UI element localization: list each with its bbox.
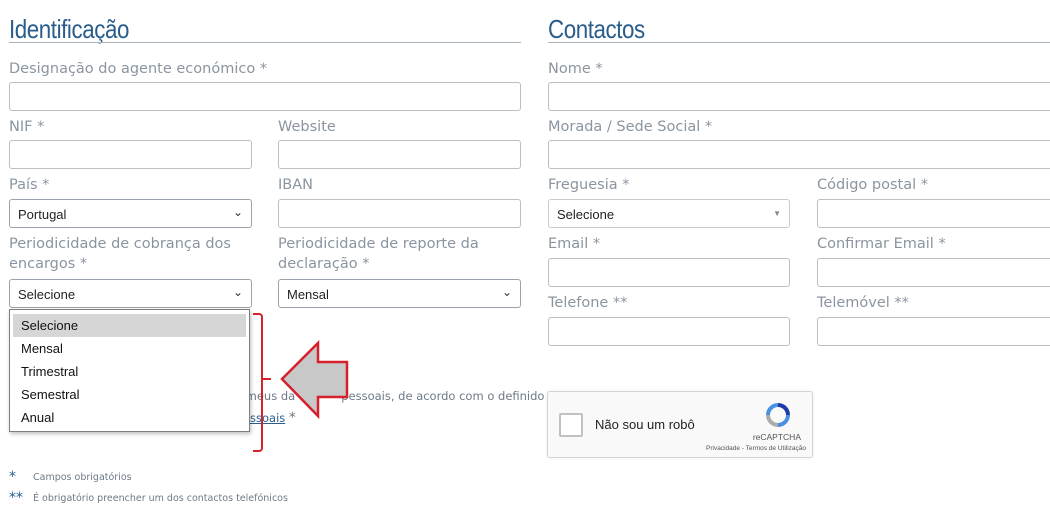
codigo-postal-label: Código postal * <box>817 177 929 193</box>
periodicidade-cobranca-dropdown[interactable]: Selecione Mensal Trimestral Semestral An… <box>9 309 250 432</box>
recaptcha-terms[interactable]: Privacidade - Termos de Utilização <box>706 445 806 452</box>
website-input[interactable] <box>278 140 521 169</box>
telefone-label: Telefone ** <box>548 295 628 311</box>
caret-down-icon: ▼ <box>773 209 781 218</box>
website-label: Website <box>278 119 336 135</box>
morada-input[interactable] <box>548 140 1050 169</box>
recaptcha-brand: reCAPTCHA <box>752 432 801 442</box>
section-title-contactos: Contactos <box>548 14 645 44</box>
left-arrow-icon <box>280 340 349 420</box>
annotation-bracket <box>253 313 263 452</box>
chevron-down-icon: ⌄ <box>232 205 243 219</box>
section-divider <box>9 42 521 43</box>
annotation-bracket-tick <box>261 378 271 380</box>
nome-input[interactable] <box>548 82 1050 111</box>
footnote-double-mark: ** <box>9 490 23 506</box>
periodicidade-reporte-label: Periodicidade de reporte da declaração * <box>278 236 479 272</box>
chevron-down-icon: ⌄ <box>501 285 512 299</box>
morada-label: Morada / Sede Social * <box>548 119 713 135</box>
dropdown-option[interactable]: Trimestral <box>13 360 246 383</box>
periodicidade-cobranca-select[interactable]: Selecione ⌄ <box>9 279 252 308</box>
telemovel-label: Telemóvel ** <box>817 295 909 311</box>
pais-select[interactable]: Portugal ⌄ <box>9 199 252 228</box>
section-divider <box>548 42 1050 43</box>
freguesia-select-value: Selecione <box>557 207 615 222</box>
recaptcha-widget: Não sou um robô reCAPTCHA Privacidade - … <box>547 391 813 458</box>
email-label: Email * <box>548 236 601 252</box>
nome-label: Nome * <box>548 61 603 77</box>
dropdown-option[interactable]: Anual <box>13 406 246 429</box>
nif-label: NIF * <box>9 119 45 135</box>
pais-label: País * <box>9 177 50 193</box>
recaptcha-label: Não sou um robô <box>595 417 695 432</box>
periodicidade-reporte-value: Mensal <box>287 287 329 302</box>
periodicidade-reporte-select[interactable]: Mensal ⌄ <box>278 279 521 308</box>
iban-input[interactable] <box>278 199 521 228</box>
recaptcha-logo-icon <box>766 403 790 427</box>
confirmar-email-label: Confirmar Email * <box>817 236 946 252</box>
telefone-input[interactable] <box>548 317 790 346</box>
pais-select-value: Portugal <box>18 207 67 222</box>
footnote-single-mark: * <box>9 469 16 485</box>
designacao-label: Designação do agente económico * <box>9 61 268 77</box>
footnote-required: * Campos obrigatórios <box>9 469 132 485</box>
periodicidade-cobranca-label: Periodicidade de cobrança dos encargos * <box>9 236 231 272</box>
periodicidade-cobranca-value: Selecione <box>18 287 76 302</box>
dropdown-option[interactable]: Semestral <box>13 383 246 406</box>
confirmar-email-input[interactable] <box>817 258 1050 287</box>
designacao-input[interactable] <box>9 82 521 111</box>
email-input[interactable] <box>548 258 790 287</box>
telemovel-input[interactable] <box>817 317 1050 346</box>
nif-input[interactable] <box>9 140 252 169</box>
freguesia-label: Freguesia * <box>548 177 630 193</box>
recaptcha-checkbox[interactable] <box>559 413 583 437</box>
chevron-down-icon: ⌄ <box>232 285 243 299</box>
dropdown-option[interactable]: Mensal <box>13 337 246 360</box>
iban-label: IBAN <box>278 177 313 193</box>
codigo-postal-input[interactable] <box>817 199 1050 228</box>
footnote-phone: ** É obrigatório preencher um dos contac… <box>9 490 288 506</box>
freguesia-select[interactable]: Selecione ▼ <box>548 199 790 228</box>
section-title-identificacao: Identificação <box>9 14 129 44</box>
dropdown-option[interactable]: Selecione <box>13 314 246 337</box>
